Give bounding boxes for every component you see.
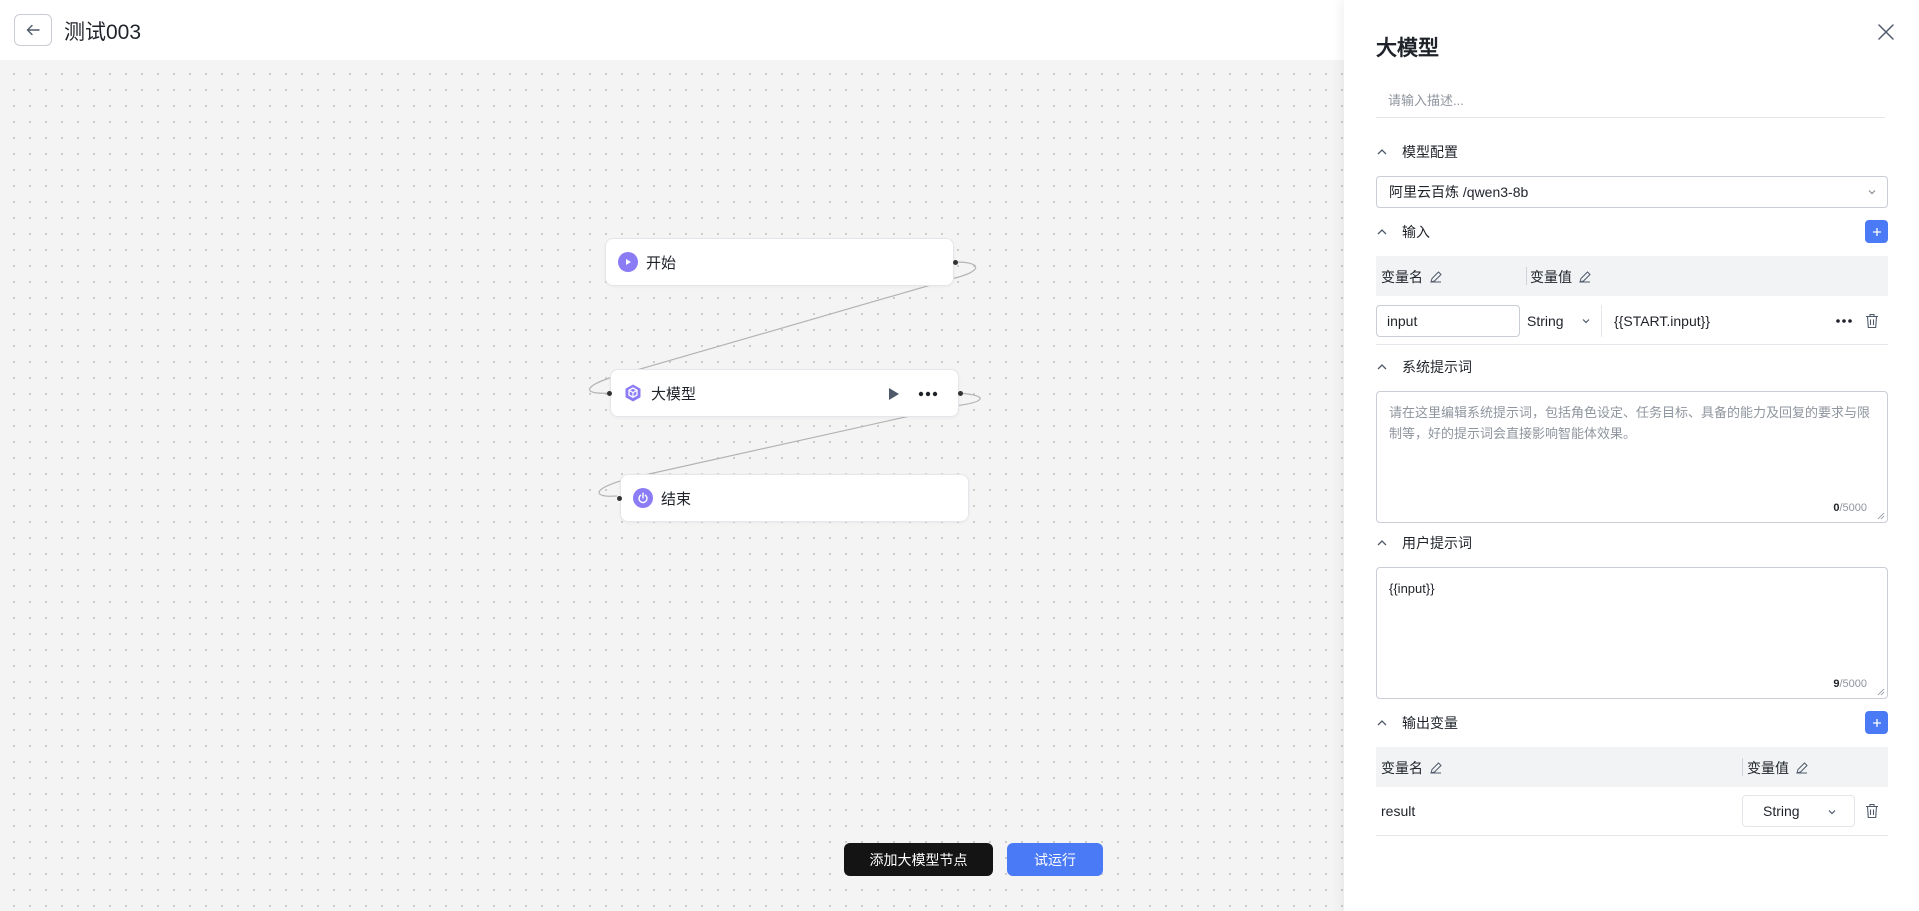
- system-prompt-textarea[interactable]: 请在这里编辑系统提示词，包括角色设定、任务目标、具备的能力及回复的要求与限制等，…: [1376, 391, 1888, 523]
- more-icon[interactable]: [1835, 318, 1853, 324]
- input-var-name-field[interactable]: input: [1376, 305, 1520, 337]
- play-circle-icon: [618, 252, 638, 272]
- section-output[interactable]: 输出变量: [1376, 713, 1458, 733]
- plus-icon: [1872, 718, 1881, 727]
- delete-input-icon[interactable]: [1865, 313, 1879, 329]
- divider: [1601, 305, 1602, 337]
- chevron-down-icon: [1868, 190, 1876, 195]
- try-run-button[interactable]: 试运行: [1007, 843, 1103, 876]
- user-prompt-value: {{input}}: [1389, 581, 1435, 596]
- input-var-type-select[interactable]: String: [1527, 305, 1597, 337]
- power-icon: [633, 488, 653, 508]
- node-start-label: 开始: [646, 254, 677, 272]
- arrow-left-icon: [26, 24, 40, 36]
- input-var-value-field[interactable]: {{START.input}}: [1614, 305, 1854, 337]
- node-end[interactable]: 结束: [617, 474, 969, 522]
- section-model-config[interactable]: 模型配置: [1376, 142, 1458, 162]
- user-prompt-counter: 9/5000: [1833, 678, 1867, 690]
- output-col-value: 变量值: [1747, 760, 1789, 776]
- output-col-name: 变量名: [1381, 760, 1423, 776]
- resize-handle-icon[interactable]: [1877, 512, 1885, 520]
- section-user-prompt[interactable]: 用户提示词: [1376, 533, 1472, 553]
- chevron-up-icon: [1377, 720, 1387, 726]
- add-llm-node-button[interactable]: 添加大模型节点: [844, 843, 993, 876]
- model-select[interactable]: 阿里云百炼 /qwen3-8b: [1376, 176, 1888, 208]
- page-title: 测试003: [64, 21, 142, 44]
- section-system-prompt[interactable]: 系统提示词: [1376, 357, 1472, 377]
- output-var-type-select[interactable]: String: [1742, 795, 1855, 827]
- node-start-output-port[interactable]: [953, 260, 958, 265]
- input-col-name: 变量名: [1381, 269, 1423, 285]
- node-end-label: 结束: [661, 490, 692, 508]
- chevron-down-icon: [1828, 810, 1836, 815]
- delete-output-icon[interactable]: [1865, 803, 1879, 819]
- plus-icon: [1872, 227, 1881, 236]
- node-end-input-port[interactable]: [617, 496, 622, 501]
- input-table-header: 变量名 变量值: [1376, 256, 1888, 296]
- node-llm[interactable]: 大模型: [607, 369, 963, 417]
- user-prompt-textarea[interactable]: {{input}} 9/5000: [1376, 567, 1888, 699]
- section-input[interactable]: 输入: [1376, 222, 1430, 242]
- edit-icon[interactable]: [1429, 761, 1443, 775]
- panel-title: 大模型: [1376, 37, 1439, 60]
- chevron-down-icon: [1582, 319, 1590, 324]
- run-node-icon[interactable]: [888, 387, 900, 401]
- output-var-name: result: [1381, 803, 1416, 819]
- resize-handle-icon[interactable]: [1877, 688, 1885, 696]
- add-input-button[interactable]: [1865, 220, 1888, 243]
- close-icon[interactable]: [1876, 22, 1896, 42]
- chevron-up-icon: [1377, 364, 1387, 370]
- back-button[interactable]: [14, 14, 52, 46]
- top-header: 测试003: [0, 0, 1344, 60]
- node-config-panel: 大模型 模型配置 阿里云百炼 /qwen3-8b 输入 变量名 变量值 inpu…: [1344, 0, 1919, 911]
- edit-icon[interactable]: [1795, 761, 1809, 775]
- chevron-up-icon: [1377, 229, 1387, 235]
- cube-icon: [623, 383, 643, 403]
- edit-icon[interactable]: [1578, 270, 1592, 284]
- node-start[interactable]: 开始: [605, 238, 958, 286]
- chevron-up-icon: [1377, 149, 1387, 155]
- input-col-value: 变量值: [1530, 269, 1572, 285]
- output-table-header: 变量名 变量值: [1376, 747, 1888, 787]
- node-llm-input-port[interactable]: [607, 391, 612, 396]
- chevron-up-icon: [1377, 540, 1387, 546]
- system-prompt-counter: 0/5000: [1833, 502, 1867, 514]
- system-prompt-placeholder: 请在这里编辑系统提示词，包括角色设定、任务目标、具备的能力及回复的要求与限制等，…: [1389, 405, 1871, 441]
- more-icon[interactable]: [918, 391, 938, 397]
- model-select-value: 阿里云百炼 /qwen3-8b: [1389, 184, 1529, 200]
- node-llm-label: 大模型: [651, 385, 697, 403]
- description-input[interactable]: [1376, 84, 1885, 118]
- edit-icon[interactable]: [1429, 270, 1443, 284]
- add-output-button[interactable]: [1865, 711, 1888, 734]
- node-llm-output-port[interactable]: [958, 391, 963, 396]
